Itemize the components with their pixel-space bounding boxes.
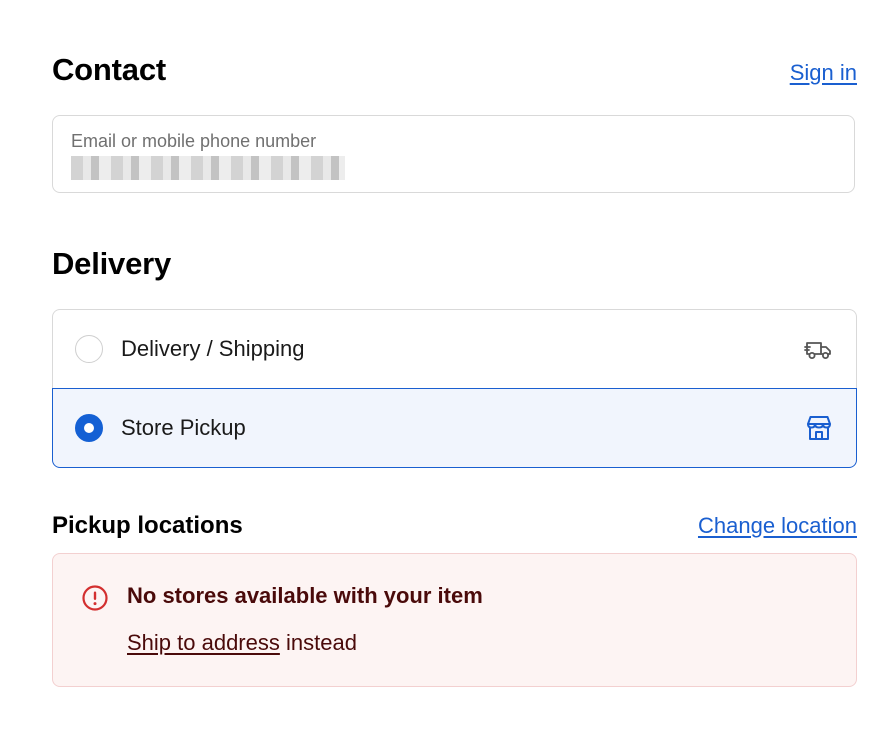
notice-title: No stores available with your item — [127, 583, 483, 608]
pickup-header: Pickup locations Change location — [52, 512, 857, 540]
change-location-link[interactable]: Change location — [698, 513, 857, 539]
notice-suffix: instead — [286, 630, 357, 655]
store-pickup-radio[interactable] — [75, 414, 103, 442]
delivery-option-store-pickup[interactable]: Store Pickup — [52, 388, 857, 468]
no-stores-notice: No stores available with your item Ship … — [52, 553, 857, 687]
delivery-title: Delivery — [52, 246, 172, 281]
email-or-phone-field[interactable]: Email or mobile phone number — [52, 115, 855, 193]
contact-header: Contact Sign in — [52, 52, 857, 88]
error-circle-icon — [82, 585, 108, 611]
email-field-value-redacted — [71, 156, 345, 180]
notice-body: Ship to address instead — [127, 630, 357, 656]
email-field-label: Email or mobile phone number — [71, 131, 317, 151]
shipping-option-label: Delivery / Shipping — [121, 336, 305, 361]
sign-in-link[interactable]: Sign in — [790, 60, 857, 86]
store-icon — [807, 416, 831, 440]
pickup-title: Pickup locations — [52, 512, 243, 539]
delivery-option-shipping[interactable]: Delivery / Shipping — [52, 309, 857, 388]
delivery-header: Delivery — [52, 246, 857, 282]
store-pickup-option-label: Store Pickup — [121, 415, 246, 440]
checkout-page: Contact Sign in Email or mobile phone nu… — [0, 0, 878, 730]
contact-title: Contact — [52, 52, 166, 87]
shipping-radio[interactable] — [75, 335, 103, 363]
truck-icon — [804, 342, 831, 359]
ship-to-address-link[interactable]: Ship to address — [127, 630, 280, 655]
delivery-options: Delivery / Shipping Store Pickup — [52, 309, 857, 468]
